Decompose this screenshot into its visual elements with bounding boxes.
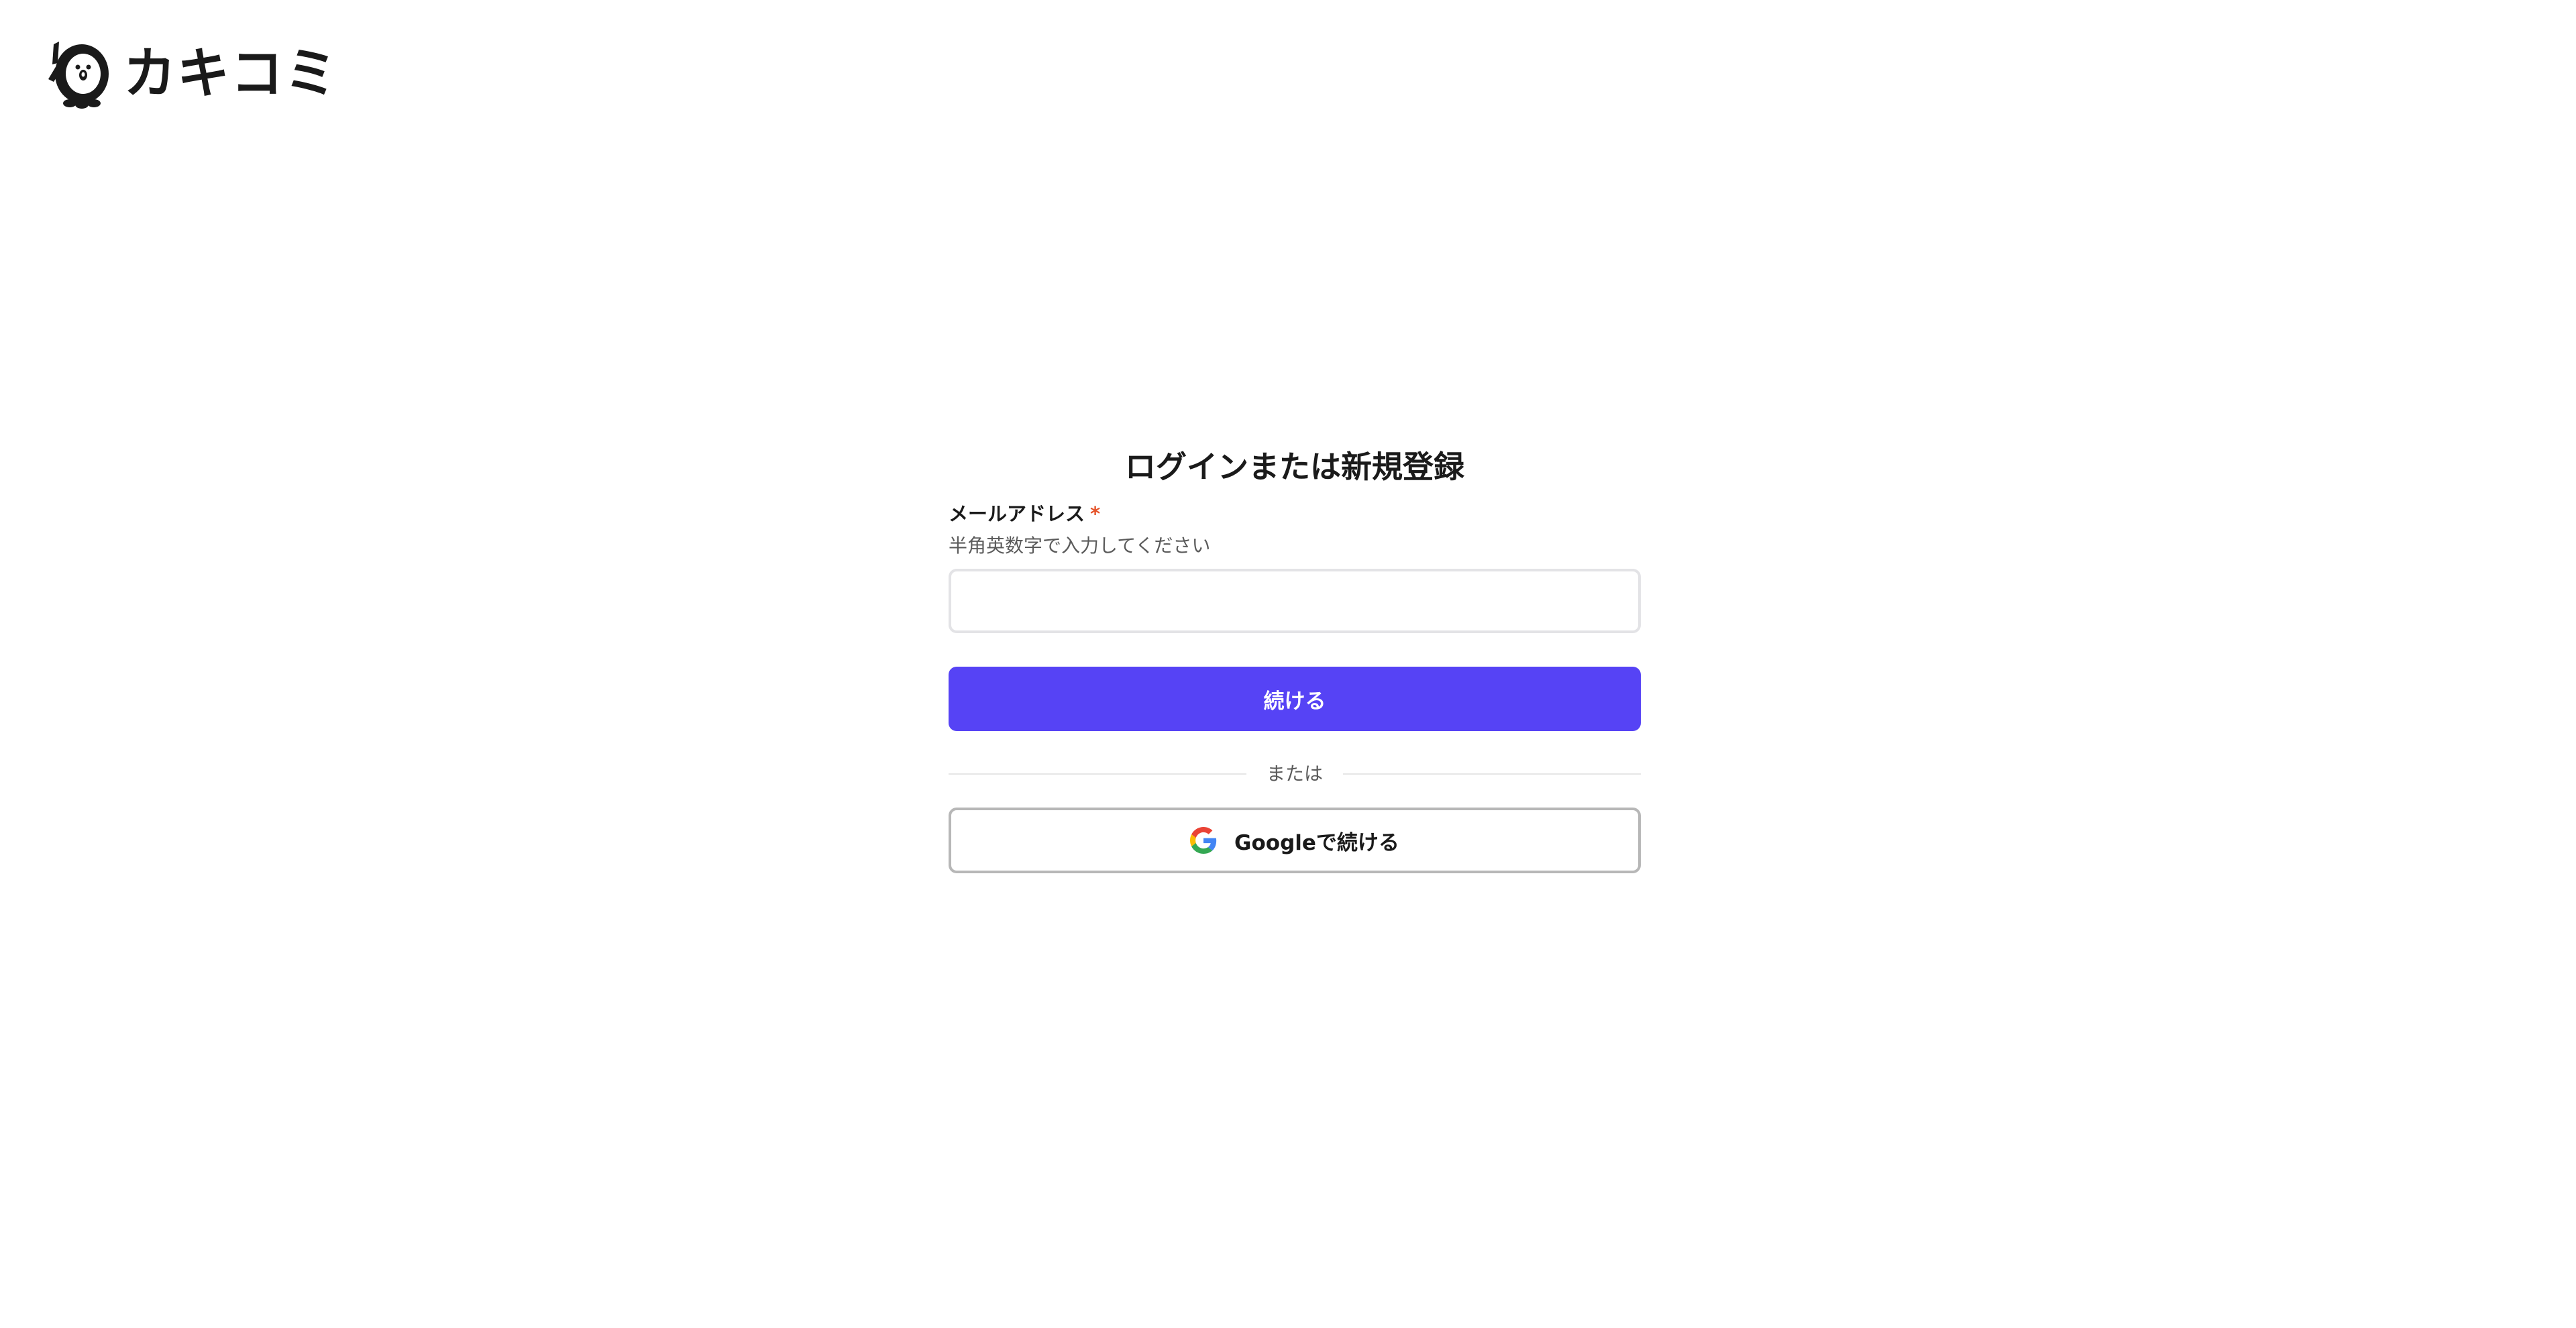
divider-text: または bbox=[1267, 763, 1324, 785]
email-label: メールアドレス bbox=[949, 502, 1085, 525]
google-g-icon bbox=[1190, 827, 1217, 854]
email-hint: 半角英数字で入力してください bbox=[949, 535, 1211, 557]
login-panel: ログインまたは新規登録 メールアドレス * 半角英数字で入力してください 続ける … bbox=[949, 443, 1642, 873]
continue-button-label: 続ける bbox=[1263, 689, 1326, 714]
required-mark: * bbox=[1090, 502, 1101, 525]
email-label-row: メールアドレス * bbox=[949, 500, 1641, 527]
divider-line-right bbox=[1343, 773, 1642, 775]
site-logo[interactable]: カキコミ bbox=[43, 39, 338, 109]
google-signin-button[interactable]: Googleで続ける bbox=[949, 808, 1641, 873]
page-title: ログインまたは新規登録 bbox=[1125, 449, 1464, 485]
google-button-label: Googleで続ける bbox=[1234, 830, 1399, 855]
penguin-mascot-icon bbox=[48, 42, 109, 109]
logo-text: カキコミ bbox=[123, 42, 339, 106]
continue-button[interactable]: 続ける bbox=[949, 667, 1641, 731]
or-divider: または bbox=[949, 761, 1642, 787]
email-input[interactable] bbox=[949, 569, 1641, 633]
divider-line-left bbox=[949, 773, 1246, 775]
